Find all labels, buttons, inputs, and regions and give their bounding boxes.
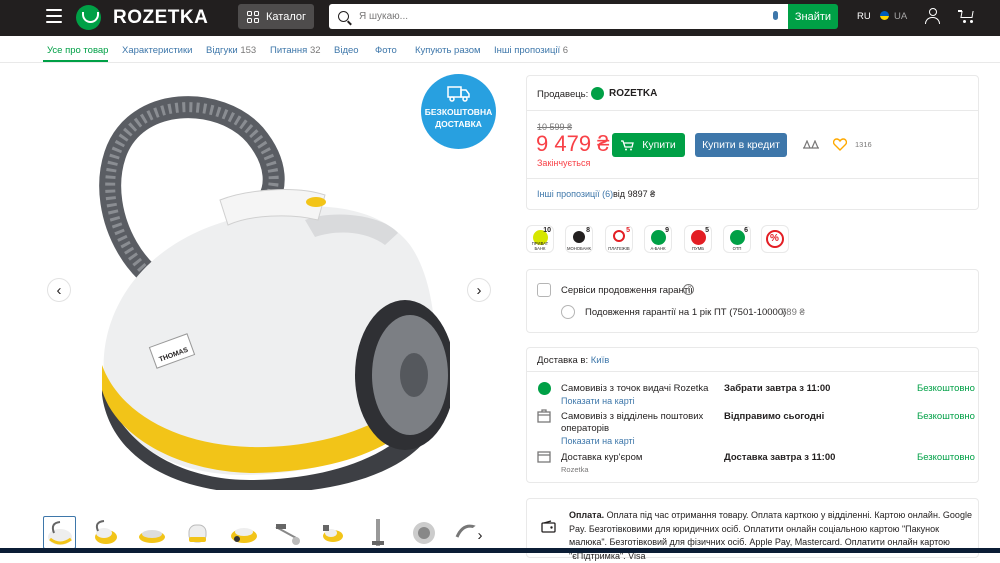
logo[interactable]: ROZETKA <box>76 5 208 30</box>
buy-button[interactable]: Купити <box>612 133 685 157</box>
catalog-grid-icon <box>247 10 259 23</box>
tab-other-offers[interactable]: Інші пропозиції 6 <box>494 45 568 56</box>
prev-image-button[interactable]: ‹ <box>47 278 71 302</box>
user-icon[interactable] <box>925 8 941 25</box>
truck-icon <box>447 86 470 102</box>
wallet-icon <box>541 520 556 533</box>
free-delivery-badge: БЕЗКОШТОВНА ДОСТАВКА <box>421 74 496 149</box>
product-tabs: Усе про товар Характеристики Відгуки 153… <box>0 37 1000 63</box>
delivery-cost: Безкоштовно <box>917 383 975 394</box>
delivery-when: Доставка завтра з 11:00 <box>724 452 836 463</box>
seller-logo-icon <box>591 87 604 100</box>
tab-bought-together[interactable]: Купують разом <box>415 45 481 56</box>
delivery-name: Самовивіз з точок видачі Rozetka <box>561 383 709 394</box>
thumbnail[interactable] <box>227 516 260 549</box>
thumbnail[interactable] <box>89 516 122 549</box>
cart-small-icon <box>621 139 635 150</box>
tab-photo[interactable]: Фото <box>375 45 397 56</box>
lang-ru[interactable]: RU <box>857 11 871 22</box>
seller-name[interactable]: ROZETKA <box>609 88 657 99</box>
catalog-button[interactable]: Каталог <box>238 4 314 29</box>
tab-all-about[interactable]: Усе про товар <box>47 45 108 56</box>
delivery-panel: Доставка в: Київ Самовивіз з точок видач… <box>526 347 979 483</box>
tab-questions[interactable]: Питання 32 <box>270 45 321 56</box>
payment-abank[interactable]: 9 А-БАНК <box>644 225 672 253</box>
delivery-cost: Безкоштовно <box>917 411 975 422</box>
courier-icon <box>537 451 551 463</box>
delivery-name: Самовивіз з відділень поштових операторі… <box>561 411 704 434</box>
search-bar[interactable]: Я шукаю... <box>329 4 788 29</box>
heart-icon[interactable] <box>833 138 847 151</box>
current-price: 9 479 ₴ <box>536 131 610 156</box>
tab-video[interactable]: Відео <box>334 45 359 56</box>
compare-icon[interactable] <box>803 140 819 150</box>
badge-line2: ДОСТАВКА <box>435 119 482 129</box>
menu-icon[interactable] <box>46 9 62 23</box>
badge-line1: БЕЗКОШТОВНА <box>424 107 493 117</box>
lang-ua[interactable]: UA <box>894 11 907 22</box>
chevron-right-icon: › <box>476 281 482 299</box>
warranty-price: 789 ₴ <box>781 307 805 318</box>
warranty-option: Подовження гарантії на 1 рік ПТ (7501-10… <box>585 307 787 318</box>
other-offers-link[interactable]: Інші пропозиції (6) <box>537 189 613 199</box>
warranty-checkbox[interactable] <box>537 283 551 297</box>
payment-monobank[interactable]: 8 МОНОБАНК <box>565 225 593 253</box>
show-on-map-link[interactable]: Показати на карті <box>561 436 635 446</box>
rozetka-pickup-icon <box>538 382 551 395</box>
delivery-when: Забрати завтра з 11:00 <box>724 383 831 394</box>
thumbnail[interactable] <box>316 516 349 549</box>
taskbar-strip <box>0 548 1000 553</box>
search-icon <box>338 11 349 22</box>
thumbs-next-button[interactable]: › <box>470 525 490 545</box>
other-offers-from: від 9897 ₴ <box>613 189 656 199</box>
seller-label: Продавець: <box>537 89 589 100</box>
top-bar: ROZETKA Каталог Я шукаю... Знайти RU UA <box>0 0 1000 36</box>
chevron-right-icon: › <box>477 526 483 544</box>
thumbnail[interactable] <box>43 516 76 549</box>
thumbnail[interactable] <box>181 516 214 549</box>
search-input[interactable]: Я шукаю... <box>359 11 408 22</box>
shipping-box-icon <box>537 409 551 423</box>
warranty-panel: Сервіси продовження гарантії i Подовженн… <box>526 269 979 333</box>
delivery-cost: Безкоштовно <box>917 452 975 463</box>
tab-reviews[interactable]: Відгуки 153 <box>206 45 256 56</box>
stock-status: Закінчується <box>537 158 591 168</box>
catalog-label: Каталог <box>266 10 306 23</box>
mic-icon[interactable] <box>773 11 778 20</box>
thumbnail[interactable] <box>407 516 440 549</box>
buy-panel: Продавець: ROZETKA 10 599 ₴ 9 479 ₴ Закі… <box>526 75 979 210</box>
delivery-city[interactable]: Київ <box>591 355 610 366</box>
tab-characteristics[interactable]: Характеристики <box>122 45 192 56</box>
ukraine-flag-icon <box>880 11 889 20</box>
warranty-title: Сервіси продовження гарантії <box>561 285 693 296</box>
payment-otp[interactable]: 6 ОТП <box>723 225 751 253</box>
delivery-title: Доставка в: Київ <box>537 355 610 366</box>
thumbnail[interactable] <box>135 516 168 549</box>
next-image-button[interactable]: › <box>467 278 491 302</box>
info-icon[interactable]: i <box>683 284 694 295</box>
warranty-option-radio[interactable] <box>561 305 575 319</box>
payment-privatbank[interactable]: 10 ПРИВАТ БАНК <box>526 225 554 253</box>
product-image: THOMAS <box>99 96 450 490</box>
delivery-name: Доставка кур'єром <box>561 452 643 463</box>
show-on-map-link[interactable]: Показати на карті <box>561 396 635 406</box>
credit-button[interactable]: Купити в кредит <box>695 133 787 157</box>
favorites-count: 1316 <box>855 140 872 149</box>
delivery-provider: Rozetka <box>561 465 589 474</box>
logo-text: ROZETKA <box>113 6 209 28</box>
payment-pumb[interactable]: 5 ПУМБ <box>684 225 712 253</box>
payment-percent[interactable]: % <box>761 225 789 253</box>
delivery-when: Відправимо сьогодні <box>724 411 825 422</box>
payment-installments[interactable]: 5 ПЛАТЕЖІВ <box>605 225 633 253</box>
search-button[interactable]: Знайти <box>788 4 838 29</box>
active-tab-indicator <box>43 60 108 62</box>
chevron-left-icon: ‹ <box>56 281 62 299</box>
logo-mark-icon <box>76 5 101 30</box>
cart-icon[interactable] <box>958 9 975 24</box>
thumbnail[interactable] <box>271 516 304 549</box>
payment-info-text: Оплата. Оплата під час отримання товару.… <box>569 510 972 561</box>
thumbnail[interactable] <box>362 516 395 549</box>
